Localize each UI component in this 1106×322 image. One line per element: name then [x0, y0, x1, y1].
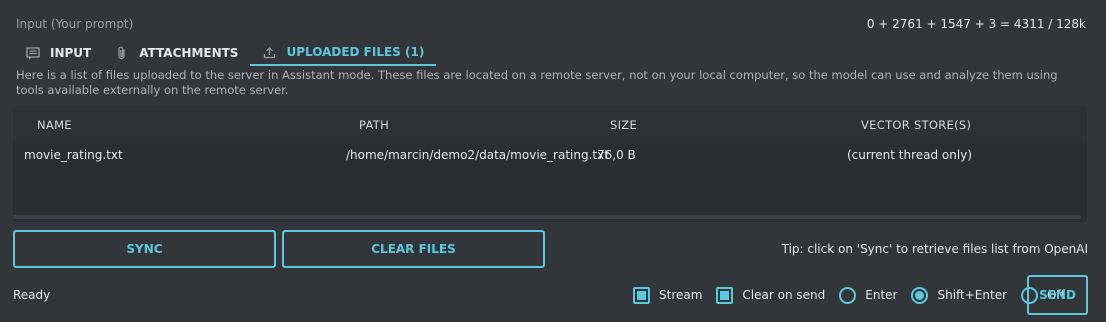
enter-radio[interactable]: Enter	[839, 286, 898, 304]
uploaded-files-description: Here is a list of files uploaded to the …	[16, 68, 1058, 97]
stream-label: Stream	[659, 288, 703, 302]
cell-vector-store: (current thread only)	[847, 148, 972, 162]
tab-input-label: INPUT	[50, 46, 92, 60]
sync-tip: Tip: click on 'Sync' to retrieve files l…	[781, 242, 1088, 256]
send-options: Stream Clear on send Enter Shift+Enter O…	[633, 286, 1079, 304]
stream-checkbox[interactable]: Stream	[633, 286, 703, 304]
horizontal-scrollbar[interactable]	[13, 215, 1081, 219]
tab-attachments-label: ATTACHMENTS	[139, 46, 239, 60]
stream-checkbox-box[interactable]	[633, 286, 650, 304]
column-header-name[interactable]: NAME	[37, 118, 72, 132]
files-table: NAME PATH SIZE VECTOR STORE(S) movie_rat…	[13, 106, 1087, 222]
tab-input[interactable]: INPUT	[14, 40, 103, 66]
column-header-vector-stores[interactable]: VECTOR STORE(S)	[861, 118, 971, 132]
shift-enter-label: Shift+Enter	[937, 288, 1008, 302]
shift-enter-radio[interactable]: Shift+Enter	[911, 286, 1008, 304]
tab-attachments[interactable]: ATTACHMENTS	[103, 40, 250, 66]
cell-file-path: /home/marcin/demo2/data/movie_rating.txt	[346, 148, 609, 162]
status-text: Ready	[13, 288, 51, 302]
shift-enter-radio-circle[interactable]	[911, 286, 929, 304]
tab-uploaded-files-label: UPLOADED FILES (1)	[286, 45, 425, 59]
chat-icon	[26, 46, 40, 60]
column-header-path[interactable]: PATH	[359, 118, 389, 132]
table-header: NAME PATH SIZE VECTOR STORE(S)	[13, 106, 1087, 142]
tab-uploaded-files[interactable]: UPLOADED FILES (1)	[250, 40, 437, 66]
tab-bar: INPUT ATTACHMENTS UPLOADED FILES (1)	[14, 40, 437, 66]
clear-files-button[interactable]: CLEAR FILES	[282, 230, 545, 268]
enter-radio-circle[interactable]	[839, 286, 857, 304]
upload-icon	[262, 45, 276, 59]
sync-button[interactable]: SYNC	[13, 230, 276, 268]
clear-on-send-checkbox-box[interactable]	[716, 286, 734, 304]
clear-on-send-checkbox[interactable]: Clear on send	[716, 286, 826, 304]
cell-file-name: movie_rating.txt	[24, 148, 123, 162]
column-header-size[interactable]: SIZE	[610, 118, 637, 132]
cell-file-size: 76,0 B	[597, 148, 636, 162]
clear-on-send-label: Clear on send	[742, 288, 826, 302]
token-count: 0 + 2761 + 1547 + 3 = 4311 / 128k	[866, 17, 1086, 31]
send-button[interactable]: SEND	[1027, 275, 1088, 315]
prompt-label: Input (Your prompt)	[16, 17, 134, 31]
enter-label: Enter	[865, 288, 898, 302]
paperclip-icon	[115, 46, 129, 60]
